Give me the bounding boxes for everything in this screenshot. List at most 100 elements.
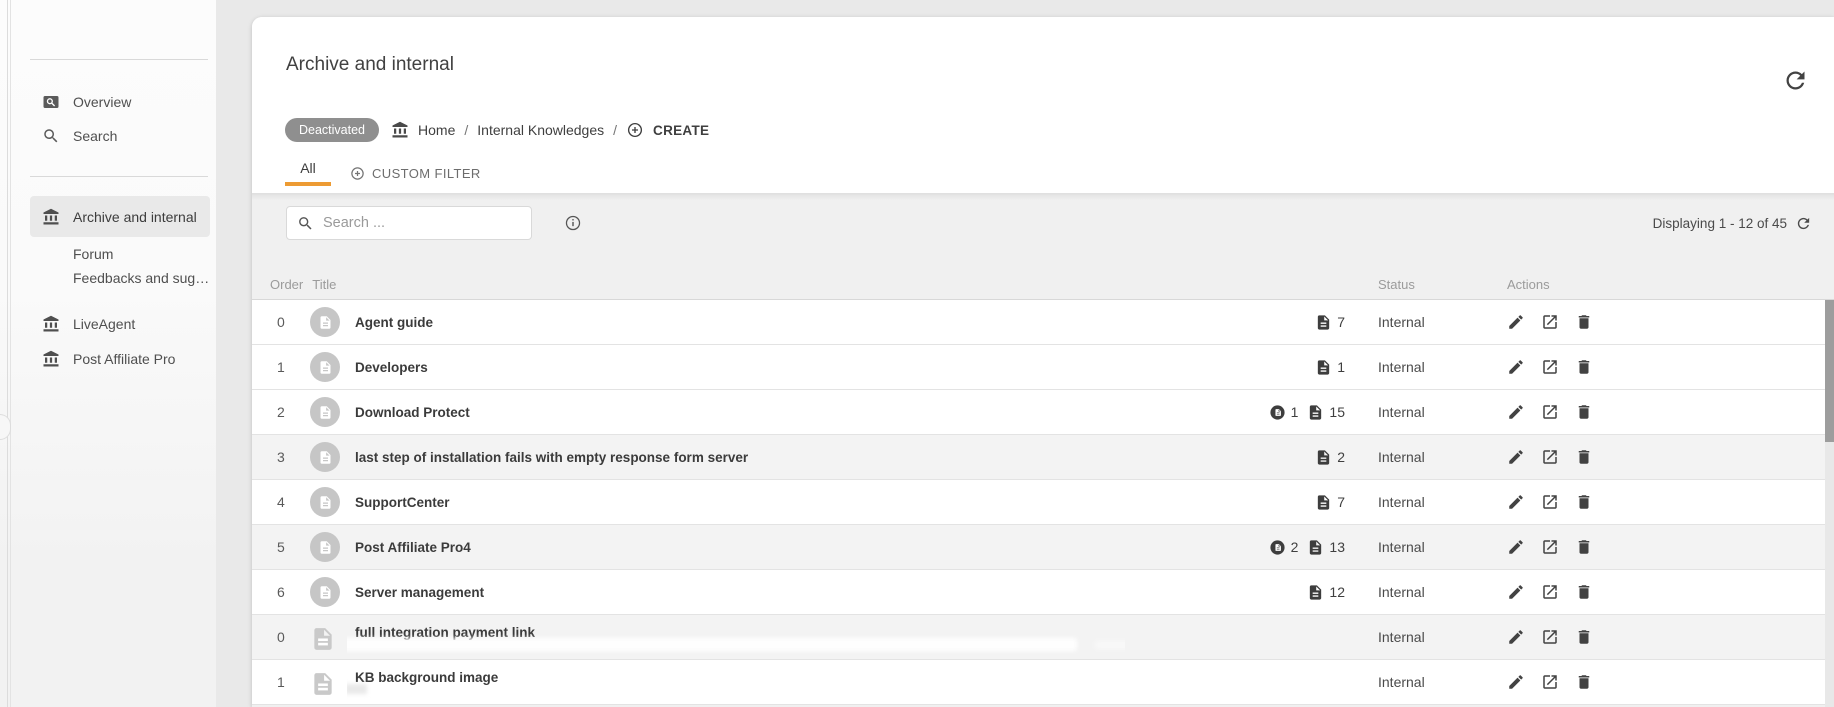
row-status: Internal: [1355, 584, 1505, 600]
articles-count-value: 2: [1337, 449, 1345, 465]
row-order: 3: [252, 449, 298, 465]
trash-icon[interactable]: [1575, 403, 1593, 421]
plus-circle-icon: [626, 121, 644, 139]
trash-icon[interactable]: [1575, 628, 1593, 646]
articles-count-value: 15: [1329, 404, 1345, 420]
category-doc-icon: [310, 577, 340, 607]
document-icon: [1307, 584, 1324, 601]
edit-pencil-icon[interactable]: [1507, 358, 1525, 376]
refresh-button[interactable]: [1782, 67, 1810, 95]
info-icon[interactable]: [564, 214, 582, 232]
hidden-count: 1: [1269, 404, 1299, 421]
tab-label: CUSTOM FILTER: [372, 166, 481, 181]
table-row[interactable]: 0 Agent guide 7 Internal: [252, 300, 1834, 345]
table-row[interactable]: 1 KB background image Internal: [252, 660, 1834, 705]
sidebar-item-feedbacks[interactable]: Feedbacks and sug…: [73, 265, 211, 290]
trash-icon[interactable]: [1575, 313, 1593, 331]
row-order: 5: [252, 539, 298, 555]
open-in-new-icon[interactable]: [1541, 313, 1559, 331]
edit-pencil-icon[interactable]: [1507, 493, 1525, 511]
toolbar: Displaying 1 - 12 of 45: [286, 206, 1812, 240]
document-icon: [1307, 404, 1324, 421]
document-icon: [1307, 539, 1324, 556]
open-in-new-icon[interactable]: [1541, 628, 1559, 646]
row-title: Download Protect: [355, 405, 470, 420]
refresh-list-button[interactable]: [1795, 215, 1812, 232]
open-in-new-icon[interactable]: [1541, 493, 1559, 511]
search-input[interactable]: [323, 215, 523, 231]
articles-count-value: 7: [1337, 494, 1345, 510]
edit-pencil-icon[interactable]: [1507, 628, 1525, 646]
panel-content: Displaying 1 - 12 of 45 Order Title Stat…: [252, 193, 1834, 707]
table-row[interactable]: 2 Download Protect 1 15 Internal: [252, 390, 1834, 435]
edit-pencil-icon[interactable]: [1507, 448, 1525, 466]
edit-pencil-icon[interactable]: [1507, 313, 1525, 331]
edit-pencil-icon[interactable]: [1507, 403, 1525, 421]
sidebar-item-forum[interactable]: Forum: [73, 241, 211, 266]
trash-icon[interactable]: [1575, 493, 1593, 511]
row-status: Internal: [1355, 629, 1505, 645]
column-header-actions: Actions: [1505, 277, 1834, 292]
sidebar-divider-top: [30, 59, 208, 60]
tab-bar: All CUSTOM FILTER: [285, 153, 491, 186]
scrollbar-thumb[interactable]: [1825, 300, 1834, 442]
row-status: Internal: [1355, 404, 1505, 420]
breadcrumb-create-button[interactable]: CREATE: [653, 123, 709, 138]
category-doc-icon: [310, 442, 340, 472]
sidebar-splitter[interactable]: [7, 0, 8, 707]
trash-icon[interactable]: [1575, 358, 1593, 376]
sidebar-item-archive-and-internal[interactable]: Archive and internal: [30, 196, 210, 237]
table-row[interactable]: 1 Developers 1 Internal: [252, 345, 1834, 390]
sidebar-item-label: Search: [73, 128, 117, 144]
bank-icon: [42, 315, 60, 333]
open-in-new-icon[interactable]: [1541, 358, 1559, 376]
open-in-new-icon[interactable]: [1541, 673, 1559, 691]
sidebar-item-overview[interactable]: Overview: [30, 88, 210, 116]
articles-count: 2: [1315, 449, 1345, 466]
trash-icon[interactable]: [1575, 448, 1593, 466]
trash-icon[interactable]: [1575, 583, 1593, 601]
edit-pencil-icon[interactable]: [1507, 583, 1525, 601]
edit-pencil-icon[interactable]: [1507, 538, 1525, 556]
table-row[interactable]: 3 last step of installation fails with e…: [252, 435, 1834, 480]
open-in-new-icon[interactable]: [1541, 538, 1559, 556]
edit-pencil-icon[interactable]: [1507, 673, 1525, 691]
table-row[interactable]: 0 full integration payment link Internal: [252, 615, 1834, 660]
redacted-text: [1095, 641, 1125, 649]
row-title: Post Affiliate Pro4: [355, 540, 471, 555]
articles-count: 12: [1307, 584, 1345, 601]
row-status: Internal: [1355, 359, 1505, 375]
breadcrumb-home[interactable]: Home: [418, 122, 455, 138]
column-header-status: Status: [1355, 277, 1505, 292]
sidebar-item-search[interactable]: Search: [30, 122, 210, 150]
search-icon: [42, 127, 60, 145]
breadcrumb-internal-knowledges[interactable]: Internal Knowledges: [477, 122, 604, 138]
table-row[interactable]: 6 Server management 12 Internal: [252, 570, 1834, 615]
row-order: 1: [252, 359, 298, 375]
row-title: SupportCenter: [355, 495, 450, 510]
trash-icon[interactable]: [1575, 538, 1593, 556]
hidden-document-icon: [1269, 539, 1286, 556]
status-badge: Deactivated: [285, 118, 379, 142]
open-in-new-icon[interactable]: [1541, 403, 1559, 421]
plus-circle-icon: [350, 166, 365, 181]
breadcrumb-separator: /: [613, 122, 617, 138]
search-box: [286, 206, 532, 240]
sidebar-item-liveagent[interactable]: LiveAgent: [30, 308, 210, 340]
open-in-new-icon[interactable]: [1541, 448, 1559, 466]
sidebar: Overview Search Archive and internal For…: [0, 0, 216, 707]
articles-count: 1: [1315, 359, 1345, 376]
sidebar-item-post-affiliate-pro[interactable]: Post Affiliate Pro: [30, 343, 210, 375]
sidebar-item-label: Overview: [73, 94, 131, 110]
tab-label: All: [300, 160, 316, 176]
file-icon: [310, 624, 336, 654]
tab-all[interactable]: All: [285, 153, 331, 186]
tab-custom-filter[interactable]: CUSTOM FILTER: [340, 153, 491, 186]
table-row[interactable]: 5 Post Affiliate Pro4 2 13 Internal: [252, 525, 1834, 570]
table-row[interactable]: 4 SupportCenter 7 Internal: [252, 480, 1834, 525]
document-icon: [1315, 314, 1332, 331]
hidden-document-icon: [1269, 404, 1286, 421]
row-title: full integration payment link: [355, 625, 535, 640]
open-in-new-icon[interactable]: [1541, 583, 1559, 601]
trash-icon[interactable]: [1575, 673, 1593, 691]
